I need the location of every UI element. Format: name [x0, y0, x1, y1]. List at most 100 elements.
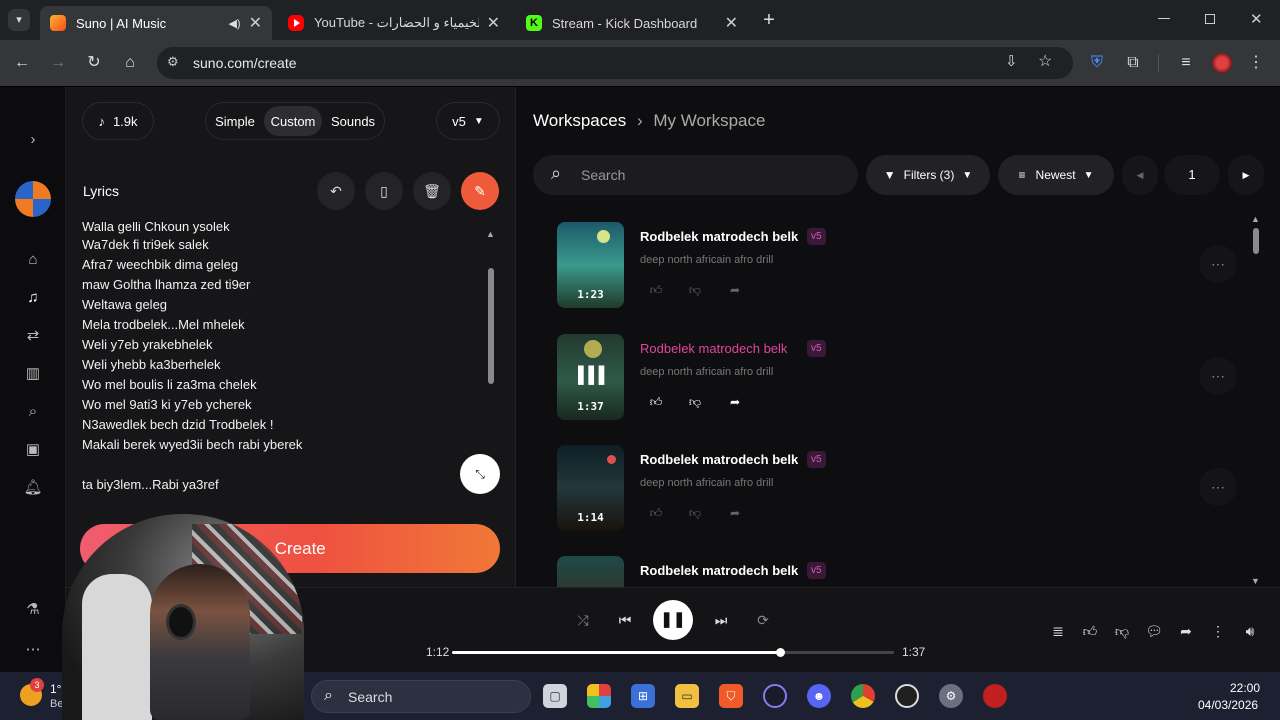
- share-icon[interactable]: ➦: [721, 276, 749, 304]
- workspace-search[interactable]: ⌕ Search: [533, 155, 858, 195]
- notifications-icon[interactable]: 🔔︎: [22, 477, 44, 499]
- prev-page-button[interactable]: ◀: [1122, 155, 1158, 195]
- song-title[interactable]: Rodbelek matrodech belk: [640, 341, 787, 356]
- tab-search-button[interactable]: ▾: [8, 9, 30, 31]
- queue-icon[interactable]: ≣: [1046, 619, 1070, 643]
- sort-button[interactable]: ≡ Newest ▼: [998, 155, 1114, 195]
- settings-icon[interactable]: ⚙: [939, 684, 963, 708]
- generate-lyrics-button[interactable]: ✎: [461, 172, 499, 210]
- new-tab-button[interactable]: +: [758, 8, 780, 32]
- audio-playing-icon[interactable]: ◀): [228, 17, 240, 30]
- filters-button[interactable]: ▼ Filters (3) ▼: [866, 155, 990, 195]
- chrome-icon[interactable]: [851, 684, 875, 708]
- search-icon[interactable]: ⌕: [22, 401, 44, 423]
- lyrics-scrollbar[interactable]: [488, 268, 494, 384]
- pause-button[interactable]: ❚❚: [653, 600, 693, 640]
- list-scroll-up-icon[interactable]: ▲: [1251, 214, 1260, 224]
- minimize-icon[interactable]: [1158, 18, 1170, 19]
- volume-icon[interactable]: 🔊︎: [1238, 619, 1262, 643]
- dislike-icon[interactable]: 👎︎: [681, 499, 709, 527]
- song-title[interactable]: Rodbelek matrodech belk: [640, 563, 798, 578]
- library-icon[interactable]: ▥: [22, 363, 44, 385]
- expand-nav-icon[interactable]: ›: [22, 129, 44, 151]
- song-cover[interactable]: 1:14: [557, 445, 624, 531]
- mode-custom[interactable]: Custom: [264, 106, 322, 136]
- song-row[interactable]: 1:23 Rodbelek matrodech belk v5 deep nor…: [557, 222, 1237, 310]
- shuffle-icon[interactable]: ⤮: [571, 608, 595, 632]
- song-title[interactable]: Rodbelek matrodech belk: [640, 452, 798, 467]
- progress-track[interactable]: [452, 648, 894, 657]
- file-explorer-icon[interactable]: ▭: [675, 684, 699, 708]
- like-icon[interactable]: 👍︎: [642, 388, 670, 416]
- song-row[interactable]: Rodbelek matrodech belk v5: [557, 556, 1237, 587]
- task-view-icon[interactable]: ▢: [543, 684, 567, 708]
- dislike-icon[interactable]: 👎︎: [681, 388, 709, 416]
- brave-icon[interactable]: ⛉: [719, 684, 743, 708]
- lyrics-scroll-up-icon[interactable]: ▲: [486, 229, 495, 239]
- like-icon[interactable]: 👍︎: [1078, 619, 1102, 643]
- mode-simple[interactable]: Simple: [210, 106, 260, 136]
- next-track-icon[interactable]: ⏭︎: [709, 608, 733, 632]
- next-page-button[interactable]: ▶: [1228, 155, 1264, 195]
- share-icon[interactable]: ➦: [721, 499, 749, 527]
- user-avatar[interactable]: [15, 181, 51, 217]
- home-icon[interactable]: ⌂: [22, 249, 44, 271]
- create-music-icon[interactable]: ♫: [22, 287, 44, 309]
- delete-button[interactable]: 🗑︎: [413, 172, 451, 210]
- share-icon[interactable]: ➦: [1174, 619, 1198, 643]
- browser-menu-icon[interactable]: ⋮: [1245, 52, 1267, 74]
- reload-icon[interactable]: ↻: [83, 52, 105, 74]
- url-text[interactable]: suno.com/create: [193, 55, 297, 71]
- close-tab-icon[interactable]: ✕: [725, 13, 738, 33]
- page-number[interactable]: 1: [1164, 155, 1220, 195]
- repeat-icon[interactable]: ⟳: [751, 608, 775, 632]
- song-more-icon[interactable]: ⋯: [1199, 468, 1237, 506]
- tab-kick[interactable]: K Stream - Kick Dashboard ✕: [516, 6, 748, 40]
- red-app-icon[interactable]: [983, 684, 1007, 708]
- undo-button[interactable]: ↶: [317, 172, 355, 210]
- song-cover[interactable]: [557, 556, 624, 587]
- studio-icon[interactable]: ⇄: [22, 325, 44, 347]
- bookmark-star-icon[interactable]: ☆: [1038, 51, 1052, 71]
- site-info-icon[interactable]: ⚙: [167, 54, 179, 70]
- song-row[interactable]: 1:14 Rodbelek matrodech belk v5 deep nor…: [557, 445, 1237, 533]
- version-select[interactable]: v5 ▼: [436, 102, 500, 140]
- song-more-icon[interactable]: ⋯: [1199, 245, 1237, 283]
- song-more-icon[interactable]: ⋯: [1199, 357, 1237, 395]
- more-icon[interactable]: ⋯: [22, 639, 44, 661]
- more-options-icon[interactable]: ⋮: [1206, 619, 1230, 643]
- share-icon[interactable]: ➦: [721, 388, 749, 416]
- widgets-icon[interactable]: [587, 684, 611, 708]
- dislike-icon[interactable]: 👎︎: [681, 276, 709, 304]
- extensions-icon[interactable]: ⧉: [1122, 52, 1144, 74]
- list-scrollbar[interactable]: [1253, 228, 1259, 254]
- progress-knob[interactable]: [776, 648, 785, 657]
- install-app-icon[interactable]: ⇩: [1005, 52, 1018, 70]
- obs-studio-icon[interactable]: [895, 684, 919, 708]
- address-bar[interactable]: ⚙ suno.com/create ⇩ ☆: [157, 47, 1073, 79]
- microsoft-store-icon[interactable]: ⊞: [631, 684, 655, 708]
- mode-sounds[interactable]: Sounds: [326, 106, 380, 136]
- dislike-icon[interactable]: 👎︎: [1110, 619, 1134, 643]
- comment-icon[interactable]: 💬︎: [1142, 619, 1166, 643]
- close-tab-icon[interactable]: ✕: [487, 13, 500, 33]
- profile-avatar[interactable]: [1212, 53, 1232, 73]
- song-cover[interactable]: 1:23: [557, 222, 624, 308]
- taskbar-search[interactable]: ⌕ Search: [311, 680, 531, 713]
- credits-pill[interactable]: ♪ 1.9k: [82, 102, 154, 140]
- bookmark-button[interactable]: ▯: [365, 172, 403, 210]
- list-scroll-down-icon[interactable]: ▼: [1251, 576, 1260, 586]
- hooks-icon[interactable]: ▣: [22, 439, 44, 461]
- like-icon[interactable]: 👍︎: [642, 276, 670, 304]
- discord-icon[interactable]: ☻: [807, 684, 831, 708]
- close-tab-icon[interactable]: ✕: [249, 13, 262, 33]
- like-icon[interactable]: 👍︎: [642, 499, 670, 527]
- shield-extension-icon[interactable]: ⛨: [1086, 52, 1108, 74]
- breadcrumb-workspaces[interactable]: Workspaces: [533, 111, 626, 130]
- close-window-icon[interactable]: ✕: [1250, 10, 1263, 28]
- home-icon[interactable]: ⌂: [119, 52, 141, 74]
- collapse-editor-button[interactable]: ⤡: [460, 454, 500, 494]
- tab-youtube[interactable]: YouTube - الخيمياء و الحضارات ! ✕: [278, 6, 510, 40]
- song-row-playing[interactable]: ▌▌▌ 1:37 Rodbelek matrodech belk v5 deep…: [557, 334, 1237, 422]
- forward-icon[interactable]: →: [47, 52, 69, 74]
